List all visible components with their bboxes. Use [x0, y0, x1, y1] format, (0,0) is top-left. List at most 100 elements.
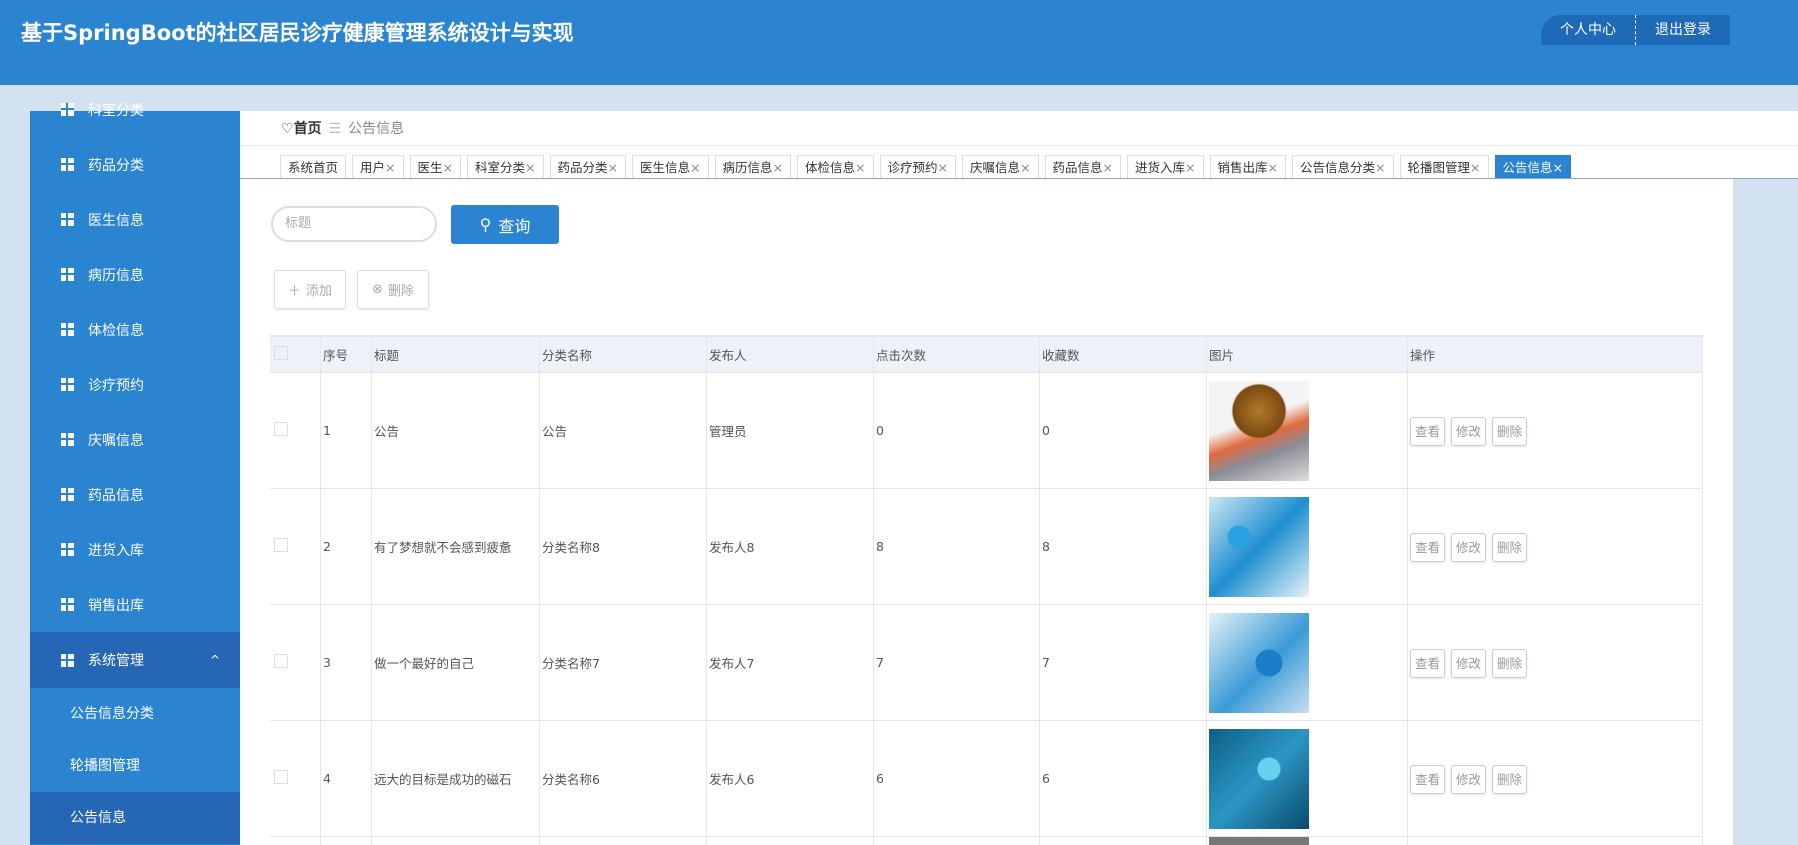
cell-publisher: 发布人7: [706, 604, 874, 721]
sidebar-item[interactable]: 销售出库: [30, 577, 240, 632]
view-button[interactable]: 查看: [1410, 533, 1446, 562]
close-icon[interactable]: ×: [1268, 160, 1278, 175]
grid-icon: [61, 268, 74, 281]
edit-button[interactable]: 修改: [1451, 533, 1487, 562]
row-checkbox[interactable]: [274, 422, 288, 436]
sidebar-item[interactable]: 诊疗预约: [30, 357, 240, 412]
sidebar-item[interactable]: 药品分类: [30, 137, 240, 192]
sidebar-item[interactable]: 庆嘱信息: [30, 412, 240, 467]
col-category: 分类名称: [539, 335, 707, 373]
select-all-checkbox[interactable]: [274, 346, 288, 360]
table-row: [270, 836, 1703, 845]
delete-button[interactable]: 删除: [1492, 765, 1528, 794]
close-icon[interactable]: ×: [608, 160, 618, 175]
sidebar-item[interactable]: 科室分类: [30, 82, 240, 137]
row-checkbox[interactable]: [274, 538, 288, 552]
tab-item[interactable]: 诊疗预约×: [879, 155, 957, 179]
delete-button[interactable]: 删除: [1492, 649, 1528, 678]
cell-index: 4: [320, 720, 372, 837]
sidebar-sub-carousel[interactable]: 轮播图管理: [30, 740, 240, 792]
tab-item[interactable]: 公告信息分类×: [1292, 155, 1394, 179]
add-button[interactable]: ＋ 添加: [274, 270, 346, 309]
close-icon[interactable]: ×: [525, 160, 535, 175]
close-icon[interactable]: ×: [1470, 160, 1480, 175]
notice-image: [1209, 837, 1309, 845]
col-index: 序号: [320, 335, 372, 373]
top-header: 基于SpringBoot的社区居民诊疗健康管理系统设计与实现 个人中心 退出登录: [0, 0, 1798, 85]
close-icon[interactable]: ×: [773, 160, 783, 175]
close-icon[interactable]: ×: [938, 160, 948, 175]
tab-item[interactable]: 公告信息×: [1494, 155, 1572, 179]
tab-label: 医生信息: [640, 160, 691, 175]
cell-favs: 6: [1039, 720, 1207, 837]
close-icon[interactable]: ×: [443, 160, 453, 175]
view-button[interactable]: 查看: [1410, 649, 1446, 678]
view-button[interactable]: 查看: [1410, 417, 1446, 446]
notice-table: 序号 标题 分类名称 发布人 点击次数 收藏数 图片 操作 1 公告 公告 管理员 0 0…: [270, 335, 1703, 845]
tab-item[interactable]: 轮播图管理×: [1399, 155, 1489, 179]
cell-clicks: 8: [873, 488, 1040, 605]
sidebar-item[interactable]: 医生信息: [30, 192, 240, 247]
close-icon[interactable]: ×: [1185, 160, 1195, 175]
batch-delete-button[interactable]: ⊗ 删除: [357, 270, 429, 309]
tab-item[interactable]: 医生信息×: [632, 155, 709, 179]
cell-publisher: 管理员: [706, 372, 874, 489]
delete-button[interactable]: 删除: [1492, 533, 1528, 562]
row-checkbox[interactable]: [274, 654, 288, 668]
delete-button[interactable]: 删除: [1492, 417, 1528, 446]
col-actions: 操作: [1407, 335, 1703, 373]
tab-label: 公告信息分类: [1300, 160, 1376, 175]
edit-button[interactable]: 修改: [1451, 765, 1487, 794]
cell-publisher: 发布人8: [706, 488, 874, 605]
cell-title: 公告: [371, 372, 540, 489]
tab-item[interactable]: 用户×: [352, 155, 404, 179]
sidebar-group-label: 系统管理: [88, 653, 144, 669]
close-icon[interactable]: ×: [1020, 160, 1030, 175]
breadcrumb-home[interactable]: 首页: [294, 121, 322, 137]
tab-item[interactable]: 药品信息×: [1044, 155, 1122, 179]
table-row: 1 公告 公告 管理员 0 0 查看 修改 删除: [270, 372, 1703, 489]
close-icon[interactable]: ×: [855, 160, 865, 175]
sidebar-item[interactable]: 进货入库: [30, 522, 240, 577]
title-search-input[interactable]: 标题: [271, 206, 437, 242]
tab-label: 药品分类: [557, 160, 608, 175]
grid-icon: [61, 598, 74, 611]
sidebar-item[interactable]: 病历信息: [30, 247, 240, 302]
sidebar-sub-notice[interactable]: 公告信息: [30, 792, 240, 844]
notice-image: [1209, 728, 1309, 829]
view-button[interactable]: 查看: [1410, 765, 1446, 794]
tab-item[interactable]: 医生×: [409, 155, 462, 179]
sidebar-item[interactable]: 体检信息: [30, 302, 240, 357]
close-icon[interactable]: ×: [1553, 160, 1563, 175]
sidebar-sub-notice-category[interactable]: 公告信息分类: [30, 688, 240, 740]
col-clicks: 点击次数: [873, 335, 1040, 373]
add-label: 添加: [306, 284, 333, 299]
logout-button[interactable]: 退出登录: [1636, 15, 1730, 45]
close-icon[interactable]: ×: [1375, 160, 1385, 175]
edit-button[interactable]: 修改: [1451, 649, 1487, 678]
grid-icon: [61, 488, 74, 501]
tab-item[interactable]: 病历信息×: [714, 155, 792, 179]
breadcrumb-current: 公告信息: [348, 121, 405, 137]
profile-button[interactable]: 个人中心: [1541, 15, 1636, 45]
query-button[interactable]: ⚲ 查询: [451, 205, 559, 244]
tab-item[interactable]: 药品分类×: [549, 155, 627, 179]
tab-item[interactable]: 系统首页: [280, 155, 347, 179]
close-icon[interactable]: ×: [1103, 160, 1113, 175]
close-icon[interactable]: ×: [385, 160, 395, 175]
tab-item[interactable]: 庆嘱信息×: [962, 155, 1039, 179]
tab-label: 药品信息: [1052, 160, 1103, 175]
tab-item[interactable]: 销售出库×: [1209, 155, 1287, 179]
close-icon[interactable]: ×: [690, 160, 700, 175]
tab-item[interactable]: 科室分类×: [467, 155, 544, 179]
tab-label: 进货入库: [1135, 160, 1186, 175]
notice-image: [1209, 496, 1309, 597]
sidebar-item[interactable]: 药品信息: [30, 467, 240, 522]
cell-publisher: 发布人6: [706, 720, 874, 837]
sidebar-group-system[interactable]: 系统管理 ^: [30, 632, 240, 688]
row-checkbox[interactable]: [274, 770, 288, 784]
tab-item[interactable]: 进货入库×: [1127, 155, 1204, 179]
tab-item[interactable]: 体检信息×: [797, 155, 874, 179]
tab-bar: 系统首页 用户× 医生× 科室分类× 药品分类× 医生信息× 病历信息× 体检信息× 诊疗预约×…: [280, 155, 1572, 179]
edit-button[interactable]: 修改: [1451, 417, 1487, 446]
